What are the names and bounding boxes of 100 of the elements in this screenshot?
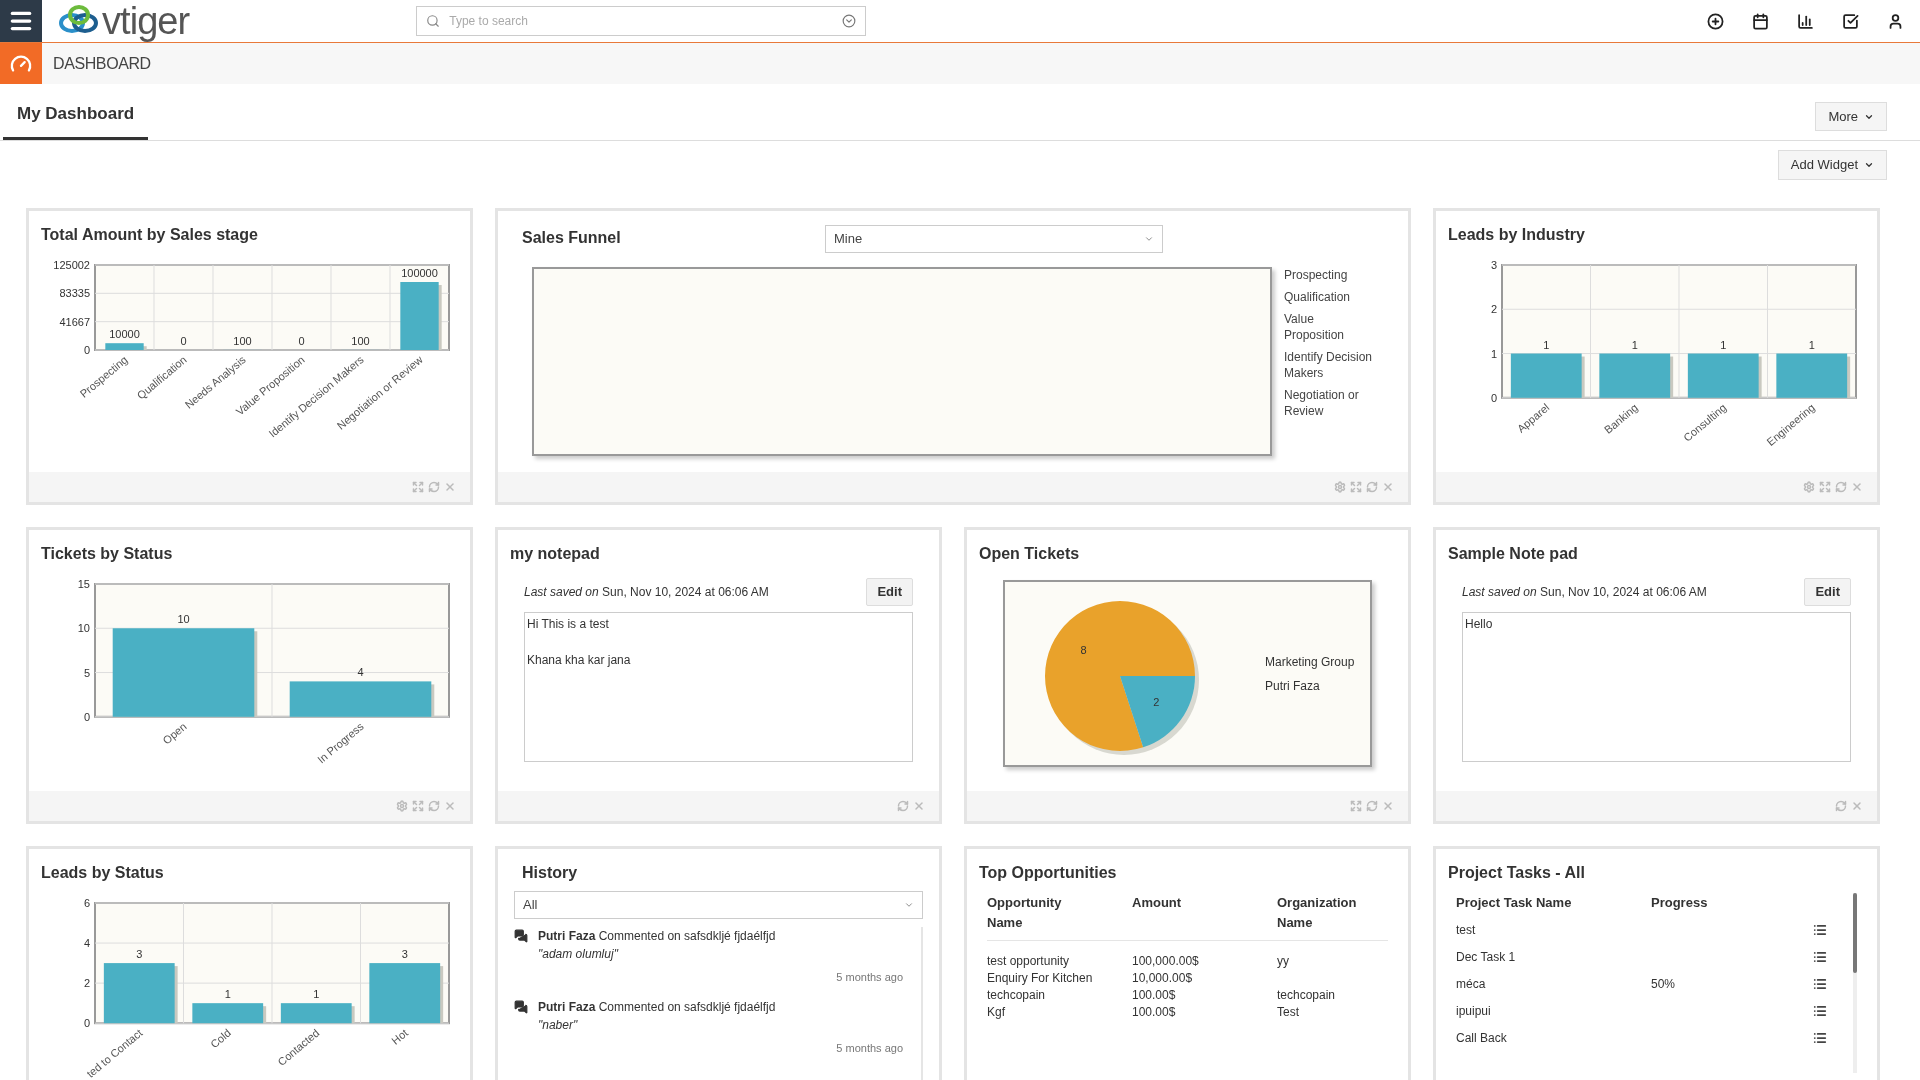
table-cell-text: Test bbox=[1277, 1004, 1300, 1021]
expand-icon[interactable] bbox=[412, 800, 424, 812]
legend-label: Marketing Group bbox=[1265, 653, 1355, 671]
add-widget-button[interactable]: Add Widget bbox=[1777, 150, 1887, 180]
close-icon[interactable] bbox=[913, 800, 925, 812]
logo-text: vtiger bbox=[102, 1, 190, 41]
history-entry-text: Putri Faza Commented on safsdkljé fjdaélfjd bbox=[538, 928, 777, 945]
close-icon[interactable] bbox=[444, 800, 456, 812]
refresh-icon[interactable] bbox=[897, 800, 909, 812]
table-cell-text: Dec Task 1 bbox=[1456, 949, 1517, 966]
refresh-icon[interactable] bbox=[1835, 481, 1847, 493]
widget-title: Leads by Status bbox=[41, 863, 164, 883]
timestamp: 5 months ago bbox=[836, 1040, 903, 1056]
legend-label: Putri Faza bbox=[1265, 677, 1321, 695]
legend-label: Qualification bbox=[1284, 289, 1352, 305]
table-cell-text: techcopain bbox=[1277, 987, 1337, 1004]
column-header: Progress bbox=[1651, 894, 1709, 912]
axis-tick-label: 0 bbox=[1490, 391, 1497, 404]
comment-icon bbox=[514, 929, 528, 943]
widget-title: Top Opportunities bbox=[979, 863, 1117, 883]
last-saved-text: Last saved on Sun, Nov 10, 2024 at 06:06 AM bbox=[524, 584, 769, 601]
dropdown-icon[interactable] bbox=[842, 14, 857, 28]
comment-quote: "naber" bbox=[538, 1016, 579, 1034]
bar-value-label: 1 bbox=[1631, 338, 1638, 351]
expand-icon[interactable] bbox=[1819, 481, 1831, 493]
scrollbar-thumb[interactable] bbox=[1853, 893, 1857, 973]
axis-tick-label: 5 bbox=[83, 666, 90, 679]
refresh-icon[interactable] bbox=[1835, 800, 1847, 812]
expand-icon[interactable] bbox=[1350, 800, 1362, 812]
axis-tick-label: 0 bbox=[83, 1017, 90, 1030]
bar-chart-icon[interactable] bbox=[1797, 12, 1814, 30]
bar-value-label: 4 bbox=[357, 666, 364, 679]
legend-label: Value Proposition bbox=[1284, 311, 1346, 343]
calendar-icon[interactable] bbox=[1752, 12, 1769, 30]
filter-select[interactable]: All bbox=[514, 891, 923, 919]
close-icon[interactable] bbox=[1382, 481, 1394, 493]
caret-icon bbox=[904, 900, 914, 910]
last-saved-text: Last saved on Sun, Nov 10, 2024 at 06:06 AM bbox=[1462, 584, 1707, 601]
table-cell-text: techcopain bbox=[987, 987, 1047, 1004]
table-cell-text: yy bbox=[1277, 953, 1290, 970]
widget-title: Sample Note pad bbox=[1448, 544, 1578, 564]
bar-value-label: 1 bbox=[224, 988, 231, 1001]
refresh-icon[interactable] bbox=[1366, 800, 1378, 812]
table-cell-text: 50% bbox=[1651, 976, 1677, 993]
settings-icon[interactable] bbox=[396, 800, 408, 812]
timestamp: 5 months ago bbox=[836, 970, 903, 985]
table-cell-text: Kgf bbox=[987, 1004, 1006, 1021]
axis-tick-label: 3 bbox=[1490, 259, 1497, 271]
history-entry-text: Putri Faza Commented on safsdkljé fjdaélfjd bbox=[538, 998, 777, 1016]
widget-title: Open Tickets bbox=[979, 544, 1080, 564]
close-icon[interactable] bbox=[1851, 481, 1863, 493]
caret-icon bbox=[1864, 160, 1874, 170]
widget-title: Leads by Industry bbox=[1448, 225, 1585, 245]
list-icon[interactable] bbox=[1813, 950, 1827, 964]
add-icon[interactable] bbox=[1707, 12, 1724, 30]
widget-title: Total Amount by Sales stage bbox=[41, 225, 258, 245]
close-icon[interactable] bbox=[444, 481, 456, 493]
widget-title: Sales Funnel bbox=[521, 228, 622, 248]
comment-icon bbox=[514, 999, 528, 1014]
table-cell-text: 10,000.00$ bbox=[1132, 970, 1194, 987]
settings-icon[interactable] bbox=[1334, 481, 1346, 493]
slice-value-label: 2 bbox=[1153, 696, 1160, 709]
user-icon[interactable] bbox=[1887, 12, 1904, 30]
settings-icon[interactable] bbox=[1803, 481, 1815, 493]
refresh-icon[interactable] bbox=[428, 481, 440, 493]
edit-button[interactable]: Edit bbox=[1804, 578, 1851, 606]
more-button[interactable]: More bbox=[1815, 102, 1887, 131]
refresh-icon[interactable] bbox=[428, 800, 440, 812]
table-cell-text: test bbox=[1456, 922, 1477, 939]
close-icon[interactable] bbox=[1382, 800, 1394, 812]
close-icon[interactable] bbox=[1851, 800, 1863, 812]
bar-value-label: 100 bbox=[351, 334, 370, 347]
menu-button[interactable] bbox=[0, 0, 42, 42]
table-cell-text: ipuipui bbox=[1456, 1003, 1492, 1020]
filter-select[interactable]: Mine bbox=[825, 225, 1163, 253]
note-text-area[interactable]: Hello bbox=[1462, 612, 1851, 762]
expand-icon[interactable] bbox=[1350, 481, 1362, 493]
axis-tick-label: 2 bbox=[83, 977, 90, 990]
checkbox-icon[interactable] bbox=[1842, 12, 1859, 30]
list-icon[interactable] bbox=[1813, 1031, 1827, 1045]
axis-tick-label: 83335 bbox=[59, 287, 90, 300]
widget-title: Project Tasks - All bbox=[1448, 863, 1585, 883]
axis-tick-label: 0 bbox=[83, 344, 90, 356]
refresh-icon[interactable] bbox=[1366, 481, 1378, 493]
list-icon[interactable] bbox=[1813, 1004, 1827, 1018]
list-icon[interactable] bbox=[1813, 977, 1827, 991]
bar-value-label: 10 bbox=[177, 613, 190, 626]
bar-value-label: 3 bbox=[401, 948, 408, 961]
edit-button[interactable]: Edit bbox=[866, 578, 913, 606]
category-label: Hot bbox=[389, 1026, 411, 1047]
table-cell-text: 100,000.00$ bbox=[1132, 953, 1200, 970]
note-text-area[interactable]: Hi This is a test Khana kha kar jana bbox=[524, 612, 913, 762]
expand-icon[interactable] bbox=[412, 481, 424, 493]
dashboard-tab[interactable]: My Dashboard bbox=[3, 100, 149, 140]
axis-tick-label: 2 bbox=[1490, 303, 1497, 316]
widget-title: my notepad bbox=[510, 544, 600, 564]
axis-tick-label: 10 bbox=[77, 622, 90, 635]
list-icon[interactable] bbox=[1813, 923, 1827, 937]
column-header: Amount bbox=[1132, 894, 1183, 912]
search-field[interactable]: Type to search bbox=[416, 6, 867, 36]
